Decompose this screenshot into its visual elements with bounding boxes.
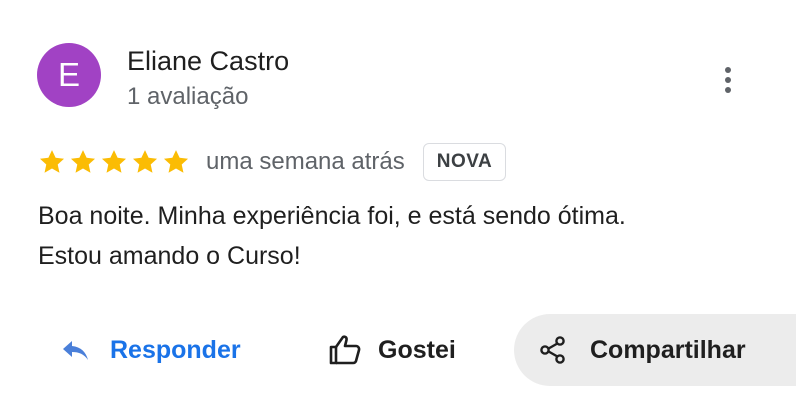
review-count: 1 avaliação — [127, 83, 249, 110]
thumb-up-icon — [329, 335, 361, 365]
reply-icon — [63, 341, 88, 360]
star-rating — [38, 148, 190, 176]
more-options-button[interactable] — [710, 60, 746, 100]
star-icon — [39, 150, 65, 173]
like-button[interactable]: Gostei — [328, 314, 456, 386]
author-name[interactable]: Eliane Castro — [127, 46, 289, 77]
review-time: uma semana atrás — [206, 148, 405, 175]
more-vert-icon — [725, 67, 731, 93]
like-label: Gostei — [378, 335, 456, 364]
star-icon — [132, 150, 158, 173]
star-icon — [163, 150, 189, 173]
avatar[interactable]: E — [37, 43, 101, 107]
review-text: Boa noite. Minha experiência foi, e está… — [38, 196, 778, 276]
rating-row: uma semana atrás NOVA — [38, 142, 507, 182]
avatar-letter: E — [57, 56, 80, 93]
star-icon — [101, 150, 127, 173]
new-badge: NOVA — [422, 143, 507, 181]
star-icon — [70, 150, 96, 173]
share-label: Compartilhar — [590, 335, 746, 364]
share-icon — [540, 336, 565, 364]
reply-button[interactable]: Responder — [60, 314, 241, 386]
reply-label: Responder — [110, 335, 241, 364]
share-button[interactable]: Compartilhar — [514, 314, 796, 386]
review-text-line: Estou amando o Curso! — [38, 242, 301, 270]
review-text-line: Boa noite. Minha experiência foi, e está… — [38, 202, 626, 230]
